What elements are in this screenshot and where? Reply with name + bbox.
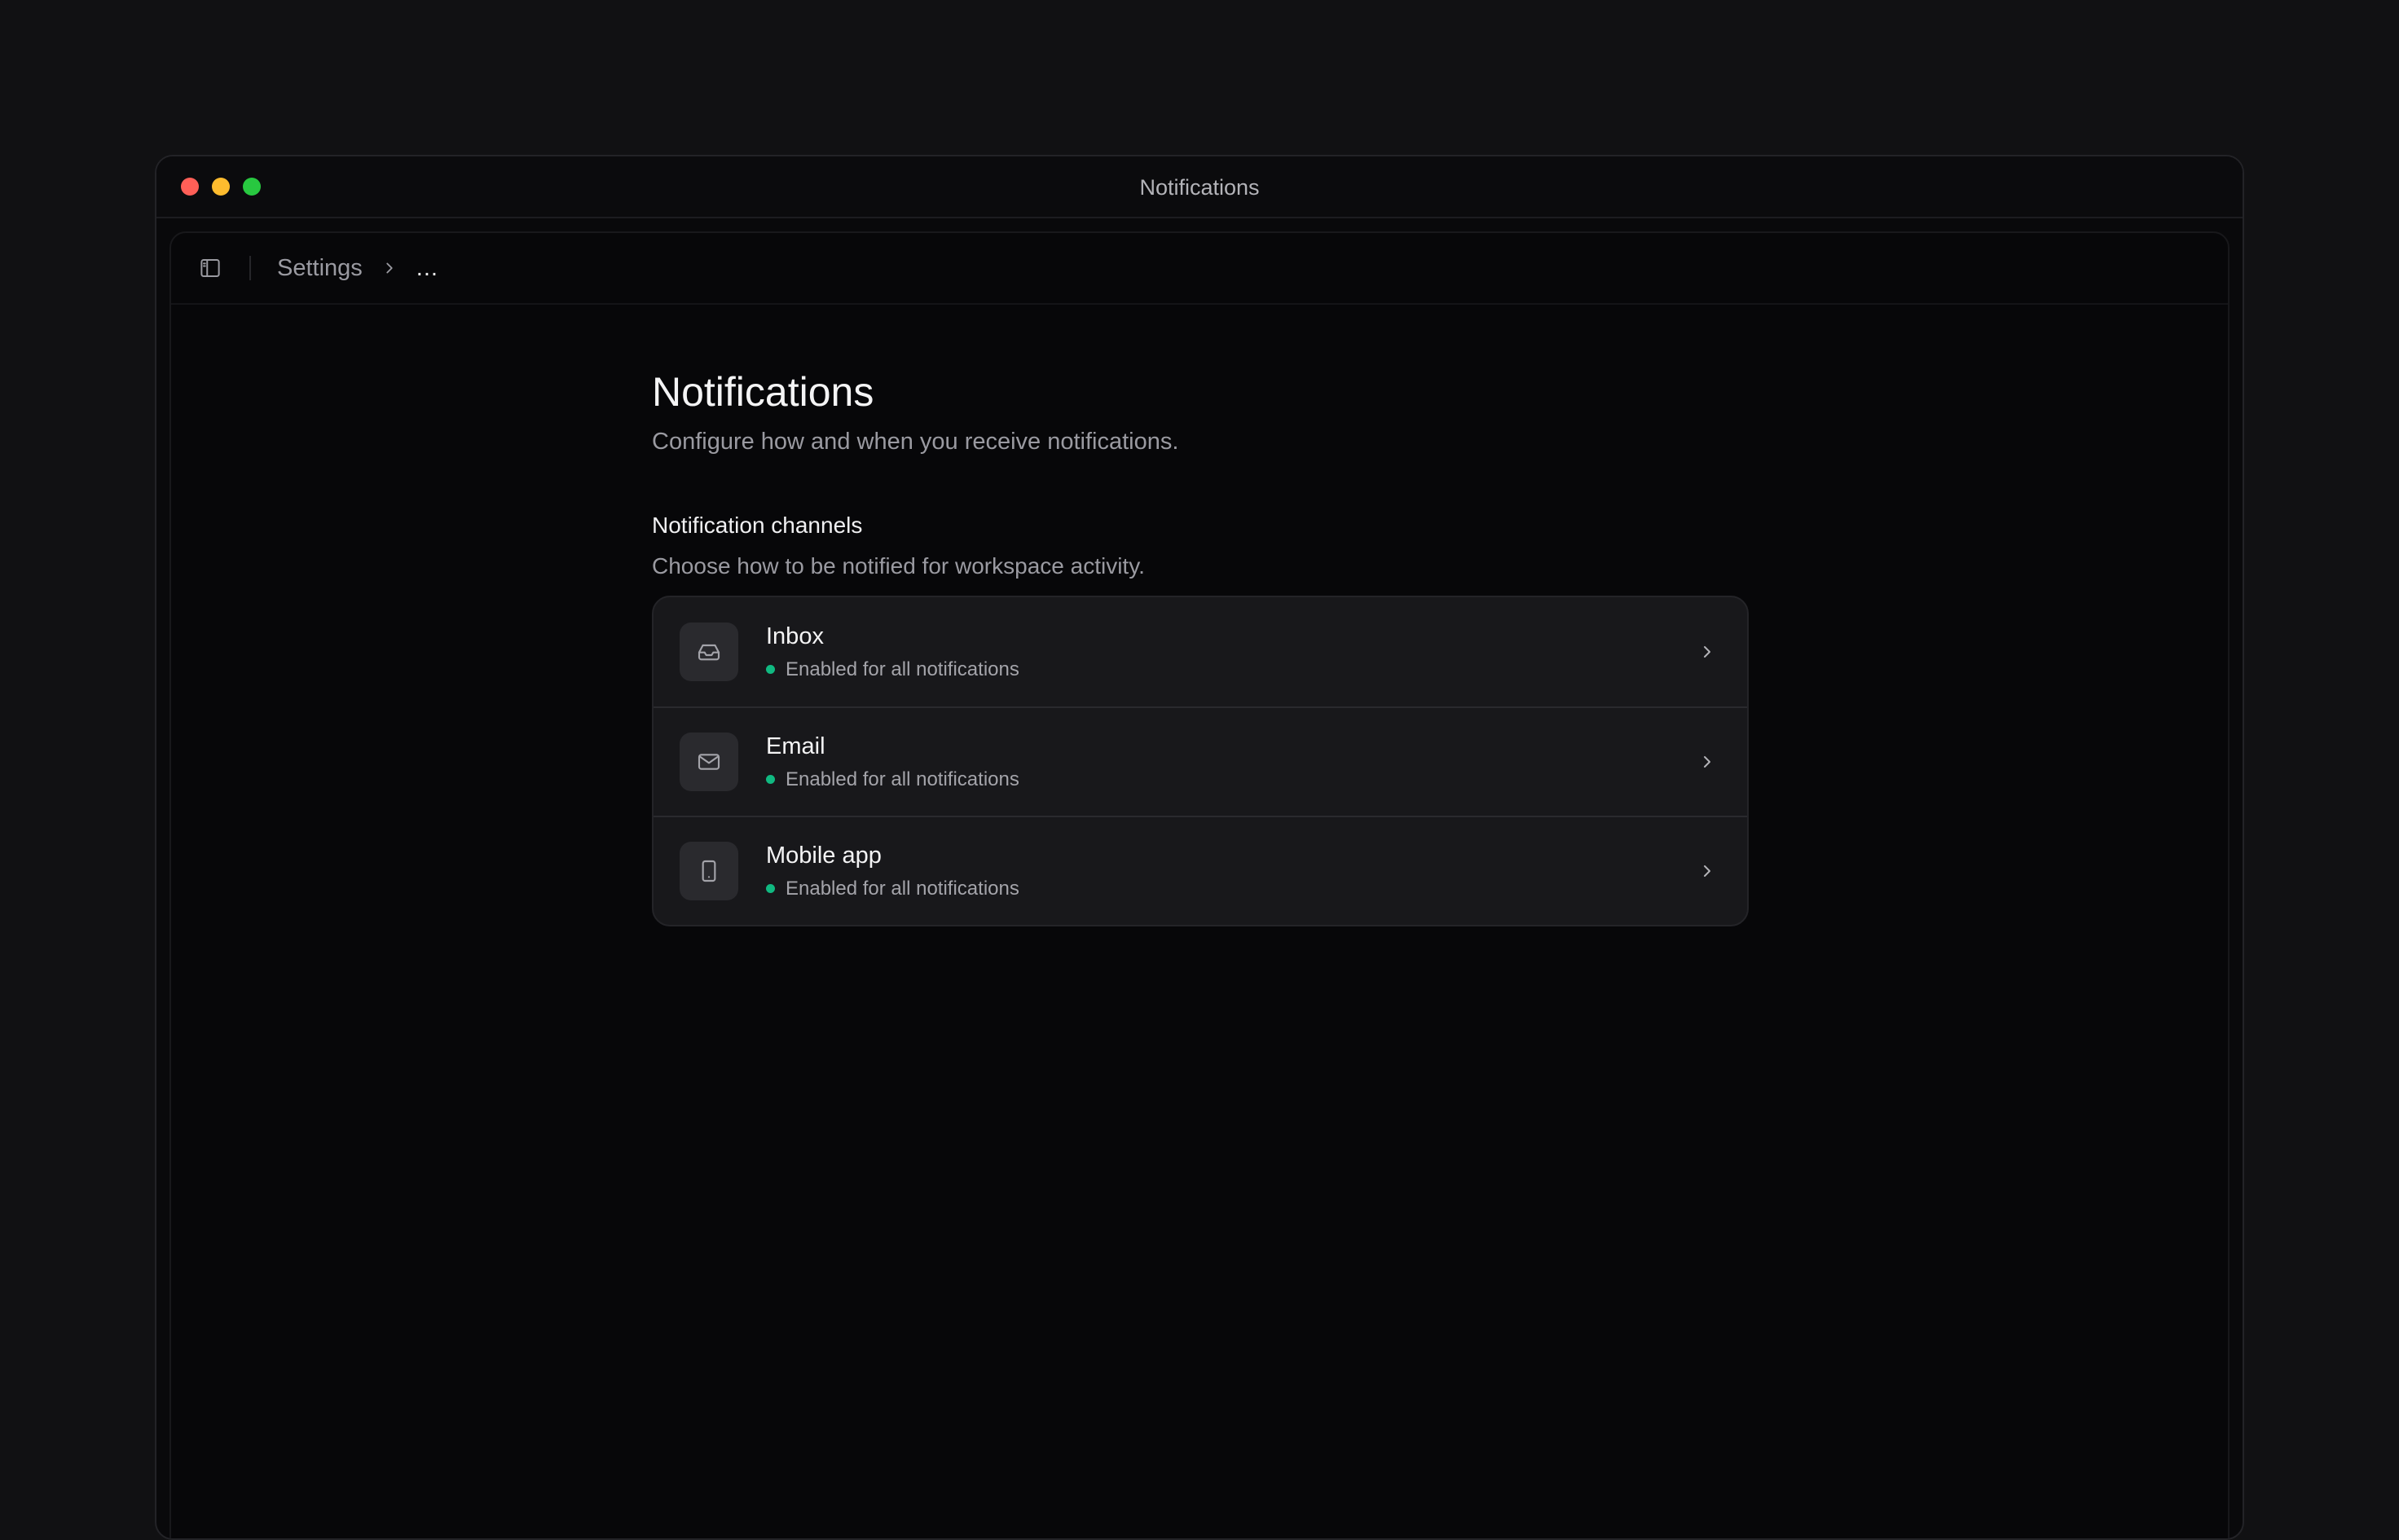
chevron-right-icon <box>1693 857 1721 885</box>
inbox-icon <box>680 623 738 681</box>
chevron-right-icon <box>1693 748 1721 776</box>
channel-status: Enabled for all notifications <box>786 658 1019 680</box>
channel-text: Inbox Enabled for all notifications <box>766 623 1693 681</box>
breadcrumb-current[interactable]: ... <box>416 255 438 282</box>
channel-status: Enabled for all notifications <box>786 768 1019 790</box>
app-window: Notifications Settings ... Notifications… <box>155 155 2244 1540</box>
channel-label: Mobile app <box>766 842 882 869</box>
toolbar: Settings ... <box>171 233 2228 305</box>
sidebar-icon <box>200 259 220 277</box>
status-dot <box>766 775 775 784</box>
smartphone-icon <box>680 842 738 900</box>
channel-text: Email Enabled for all notifications <box>766 733 1693 791</box>
status-dot <box>766 884 775 893</box>
channel-label: Email <box>766 733 825 759</box>
channels-list: Inbox Enabled for all notifications Emai… <box>652 596 1749 926</box>
status-badge: Enabled for all notifications <box>766 658 1693 681</box>
channel-row-email[interactable]: Email Enabled for all notifications <box>654 706 1747 816</box>
channel-label: Inbox <box>766 623 824 649</box>
status-badge: Enabled for all notifications <box>766 878 1693 900</box>
sidebar-toggle-button[interactable] <box>197 255 223 281</box>
toolbar-divider <box>249 256 251 280</box>
page-title: Notifications <box>652 369 874 415</box>
chevron-right-icon <box>1693 638 1721 666</box>
channel-text: Mobile app Enabled for all notifications <box>766 843 1693 900</box>
channel-row-inbox[interactable]: Inbox Enabled for all notifications <box>654 597 1747 706</box>
status-dot <box>766 665 775 674</box>
section-subtitle: Choose how to be notified for workspace … <box>652 553 1145 579</box>
page-subtitle: Configure how and when you receive notif… <box>652 429 1179 455</box>
breadcrumb: Settings ... <box>277 255 438 282</box>
main-panel: Settings ... Notifications Configure how… <box>169 231 2230 1538</box>
settings-content: Notifications Configure how and when you… <box>652 372 1749 926</box>
title-bar: Notifications <box>156 156 2243 218</box>
mail-icon <box>680 733 738 791</box>
channel-status: Enabled for all notifications <box>786 877 1019 900</box>
status-badge: Enabled for all notifications <box>766 768 1693 791</box>
chevron-right-icon <box>381 259 398 277</box>
breadcrumb-settings-link[interactable]: Settings <box>277 255 363 282</box>
section-title: Notification channels <box>652 513 863 538</box>
channel-row-mobile-app[interactable]: Mobile app Enabled for all notifications <box>654 816 1747 925</box>
window-title: Notifications <box>1139 175 1260 200</box>
